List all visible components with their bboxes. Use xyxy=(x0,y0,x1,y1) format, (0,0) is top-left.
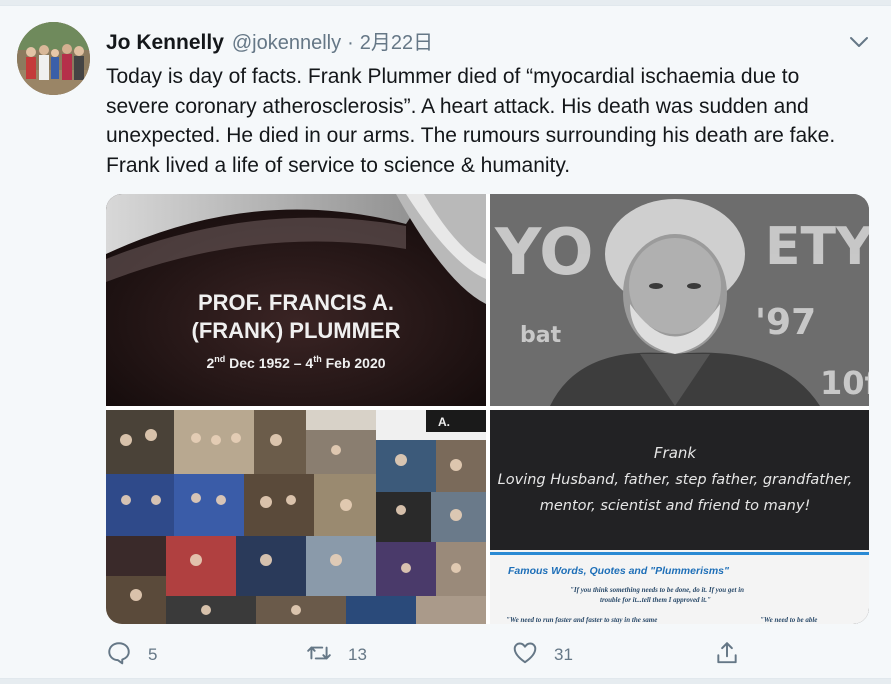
quote1-line2: trouble for it...tell them I approved it… xyxy=(600,596,711,604)
tribute-line1: Loving Husband, father, step father, gra… xyxy=(498,472,853,488)
author-name[interactable]: Jo Kennelly xyxy=(106,31,224,55)
heart-icon xyxy=(512,640,538,671)
bottom-divider xyxy=(0,678,891,684)
quote3: "We need to be able xyxy=(760,616,817,624)
memorial-dates: 2nd Dec 1952 – 4th Feb 2020 xyxy=(206,354,385,371)
portrait-photo[interactable]: YO ETY '97 10f bat xyxy=(490,194,869,406)
reply-button[interactable]: 5 xyxy=(106,640,157,670)
chevron-down-icon[interactable] xyxy=(847,30,871,54)
photo-collage[interactable]: A. xyxy=(106,410,486,624)
quotes-heading: Famous Words, Quotes and "Plummerisms" xyxy=(508,565,730,577)
tweet-actions: 5 13 31 xyxy=(106,640,869,670)
like-button[interactable]: 31 xyxy=(512,640,573,670)
retweet-count: 13 xyxy=(348,645,367,664)
tribute-card-photo[interactable]: Frank Loving Husband, father, step fathe… xyxy=(490,410,869,624)
memorial-line1: PROF. FRANCIS A. xyxy=(198,290,394,315)
chalk-text-2: ETY xyxy=(765,217,869,277)
share-icon xyxy=(714,640,740,671)
tweet-date[interactable]: 2月22日 xyxy=(360,26,433,55)
quote2: "We need to run faster and faster to sta… xyxy=(506,616,657,624)
tribute-title: Frank xyxy=(654,444,697,462)
separator-dot: · xyxy=(347,32,354,54)
collage-banner-text: A. xyxy=(438,415,450,429)
share-button[interactable] xyxy=(714,640,740,670)
tweet[interactable]: Jo Kennelly @jokennelly · 2月22日 Today is… xyxy=(0,6,891,678)
media-grid[interactable]: PROF. FRANCIS A. (FRANK) PLUMMER 2nd Dec… xyxy=(106,194,869,624)
memorial-banner-photo[interactable]: PROF. FRANCIS A. (FRANK) PLUMMER 2nd Dec… xyxy=(106,194,486,406)
quote1-line1: "If you think something needs to be done… xyxy=(570,586,744,594)
reply-icon xyxy=(106,640,132,671)
retweet-icon xyxy=(306,640,332,671)
chalk-text-5: bat xyxy=(520,323,562,348)
tribute-line2: mentor, scientist and friend to many! xyxy=(540,498,811,514)
retweet-button[interactable]: 13 xyxy=(306,640,367,670)
reply-count: 5 xyxy=(148,645,158,664)
like-count: 31 xyxy=(554,645,573,664)
chalk-text-3: '97 xyxy=(755,302,816,343)
tweet-text: Today is day of facts. Frank Plummer die… xyxy=(106,65,836,177)
tweet-header: Jo Kennelly @jokennelly · 2月22日 xyxy=(106,26,433,55)
avatar[interactable] xyxy=(17,22,90,95)
chalk-text-1: YO xyxy=(494,216,593,290)
author-handle[interactable]: @jokennelly xyxy=(232,32,341,55)
memorial-line2: (FRANK) PLUMMER xyxy=(192,318,401,343)
chalk-text-4: 10f xyxy=(820,364,869,402)
